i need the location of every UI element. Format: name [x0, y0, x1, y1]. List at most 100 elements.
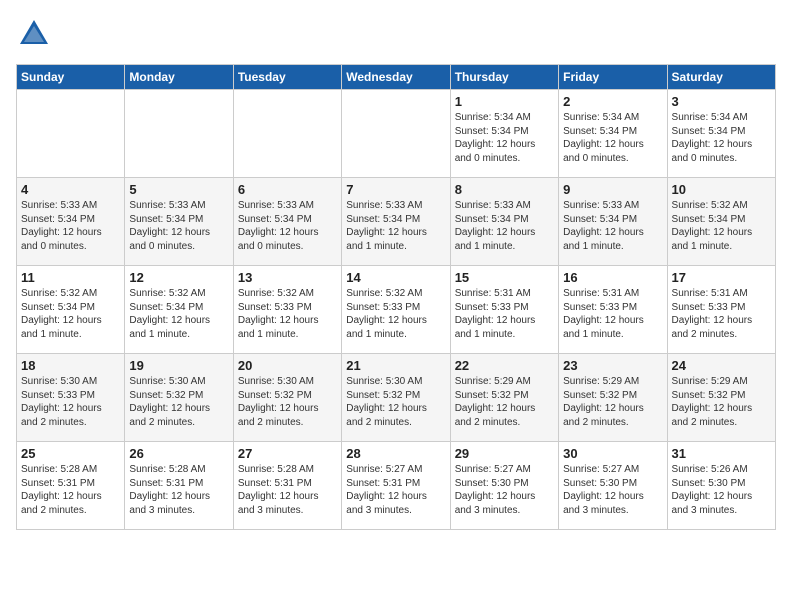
week-row-1: 1 Sunrise: 5:34 AM Sunset: 5:34 PM Daylig…: [17, 90, 776, 178]
day-number: 22: [455, 358, 554, 373]
day-cell: 17 Sunrise: 5:31 AM Sunset: 5:33 PM Dayli…: [667, 266, 775, 354]
day-number: 28: [346, 446, 445, 461]
day-info: Sunrise: 5:27 AM Sunset: 5:31 PM Dayligh…: [346, 463, 445, 517]
logo: [16, 16, 58, 52]
header-cell-wednesday: Wednesday: [342, 65, 450, 90]
day-info: Sunrise: 5:33 AM Sunset: 5:34 PM Dayligh…: [563, 199, 662, 253]
day-cell: 27 Sunrise: 5:28 AM Sunset: 5:31 PM Dayli…: [233, 442, 341, 530]
day-info: Sunrise: 5:33 AM Sunset: 5:34 PM Dayligh…: [21, 199, 120, 253]
day-cell: 12Sunrise: 5:32 AM Sunset: 5:34 PM Dayli…: [125, 266, 233, 354]
day-cell: 18Sunrise: 5:30 AM Sunset: 5:33 PM Dayli…: [17, 354, 125, 442]
header-row: SundayMondayTuesdayWednesdayThursdayFrid…: [17, 65, 776, 90]
logo-icon: [16, 16, 52, 52]
day-number: 24: [672, 358, 771, 373]
day-number: 10: [672, 182, 771, 197]
day-cell: 29Sunrise: 5:27 AM Sunset: 5:30 PM Dayli…: [450, 442, 558, 530]
day-info: Sunrise: 5:30 AM Sunset: 5:32 PM Dayligh…: [129, 375, 228, 429]
day-info: Sunrise: 5:33 AM Sunset: 5:34 PM Dayligh…: [238, 199, 337, 253]
header-cell-saturday: Saturday: [667, 65, 775, 90]
header-cell-monday: Monday: [125, 65, 233, 90]
week-row-5: 25Sunrise: 5:28 AM Sunset: 5:31 PM Dayli…: [17, 442, 776, 530]
day-cell: 3 Sunrise: 5:34 AM Sunset: 5:34 PM Daylig…: [667, 90, 775, 178]
day-number: 20: [238, 358, 337, 373]
week-row-2: 4 Sunrise: 5:33 AM Sunset: 5:34 PM Daylig…: [17, 178, 776, 266]
day-number: 19: [129, 358, 228, 373]
day-cell: 11 Sunrise: 5:32 AM Sunset: 5:34 PM Dayli…: [17, 266, 125, 354]
day-info: Sunrise: 5:32 AM Sunset: 5:33 PM Dayligh…: [238, 287, 337, 341]
header-cell-thursday: Thursday: [450, 65, 558, 90]
day-cell: 6Sunrise: 5:33 AM Sunset: 5:34 PM Daylig…: [233, 178, 341, 266]
day-info: Sunrise: 5:32 AM Sunset: 5:34 PM Dayligh…: [672, 199, 771, 253]
day-info: Sunrise: 5:28 AM Sunset: 5:31 PM Dayligh…: [21, 463, 120, 517]
day-number: 26: [129, 446, 228, 461]
day-number: 9: [563, 182, 662, 197]
day-info: Sunrise: 5:29 AM Sunset: 5:32 PM Dayligh…: [672, 375, 771, 429]
day-info: Sunrise: 5:34 AM Sunset: 5:34 PM Dayligh…: [455, 111, 554, 165]
day-number: 21: [346, 358, 445, 373]
calendar-table: SundayMondayTuesdayWednesdayThursdayFrid…: [16, 64, 776, 530]
day-info: Sunrise: 5:32 AM Sunset: 5:33 PM Dayligh…: [346, 287, 445, 341]
day-number: 13: [238, 270, 337, 285]
day-cell: 5Sunrise: 5:33 AM Sunset: 5:34 PM Daylig…: [125, 178, 233, 266]
day-cell: 16Sunrise: 5:31 AM Sunset: 5:33 PM Dayli…: [559, 266, 667, 354]
day-info: Sunrise: 5:28 AM Sunset: 5:31 PM Dayligh…: [238, 463, 337, 517]
day-cell: [17, 90, 125, 178]
day-info: Sunrise: 5:26 AM Sunset: 5:30 PM Dayligh…: [672, 463, 771, 517]
day-number: 15: [455, 270, 554, 285]
day-info: Sunrise: 5:30 AM Sunset: 5:33 PM Dayligh…: [21, 375, 120, 429]
day-info: Sunrise: 5:29 AM Sunset: 5:32 PM Dayligh…: [563, 375, 662, 429]
day-cell: 14 Sunrise: 5:32 AM Sunset: 5:33 PM Dayli…: [342, 266, 450, 354]
day-info: Sunrise: 5:33 AM Sunset: 5:34 PM Dayligh…: [346, 199, 445, 253]
day-info: Sunrise: 5:31 AM Sunset: 5:33 PM Dayligh…: [672, 287, 771, 341]
day-cell: 28 Sunrise: 5:27 AM Sunset: 5:31 PM Dayli…: [342, 442, 450, 530]
day-number: 11: [21, 270, 120, 285]
day-info: Sunrise: 5:33 AM Sunset: 5:34 PM Dayligh…: [455, 199, 554, 253]
day-number: 7: [346, 182, 445, 197]
header-cell-friday: Friday: [559, 65, 667, 90]
day-info: Sunrise: 5:30 AM Sunset: 5:32 PM Dayligh…: [238, 375, 337, 429]
day-cell: 2 Sunrise: 5:34 AM Sunset: 5:34 PM Daylig…: [559, 90, 667, 178]
day-cell: 22 Sunrise: 5:29 AM Sunset: 5:32 PM Dayli…: [450, 354, 558, 442]
day-cell: 21 Sunrise: 5:30 AM Sunset: 5:32 PM Dayli…: [342, 354, 450, 442]
day-number: 27: [238, 446, 337, 461]
day-cell: 30 Sunrise: 5:27 AM Sunset: 5:30 PM Dayli…: [559, 442, 667, 530]
day-info: Sunrise: 5:32 AM Sunset: 5:34 PM Dayligh…: [21, 287, 120, 341]
day-info: Sunrise: 5:30 AM Sunset: 5:32 PM Dayligh…: [346, 375, 445, 429]
day-number: 17: [672, 270, 771, 285]
day-info: Sunrise: 5:28 AM Sunset: 5:31 PM Dayligh…: [129, 463, 228, 517]
day-number: 14: [346, 270, 445, 285]
day-number: 2: [563, 94, 662, 109]
day-number: 4: [21, 182, 120, 197]
day-info: Sunrise: 5:33 AM Sunset: 5:34 PM Dayligh…: [129, 199, 228, 253]
day-info: Sunrise: 5:29 AM Sunset: 5:32 PM Dayligh…: [455, 375, 554, 429]
day-number: 12: [129, 270, 228, 285]
day-cell: 4 Sunrise: 5:33 AM Sunset: 5:34 PM Daylig…: [17, 178, 125, 266]
day-cell: 15 Sunrise: 5:31 AM Sunset: 5:33 PM Dayli…: [450, 266, 558, 354]
day-number: 16: [563, 270, 662, 285]
day-cell: 9 Sunrise: 5:33 AM Sunset: 5:34 PM Daylig…: [559, 178, 667, 266]
day-cell: 31 Sunrise: 5:26 AM Sunset: 5:30 PM Dayli…: [667, 442, 775, 530]
day-cell: 20 Sunrise: 5:30 AM Sunset: 5:32 PM Dayli…: [233, 354, 341, 442]
day-info: Sunrise: 5:27 AM Sunset: 5:30 PM Dayligh…: [455, 463, 554, 517]
day-info: Sunrise: 5:34 AM Sunset: 5:34 PM Dayligh…: [672, 111, 771, 165]
day-cell: 23Sunrise: 5:29 AM Sunset: 5:32 PM Dayli…: [559, 354, 667, 442]
day-info: Sunrise: 5:27 AM Sunset: 5:30 PM Dayligh…: [563, 463, 662, 517]
day-cell: [125, 90, 233, 178]
day-cell: 7 Sunrise: 5:33 AM Sunset: 5:34 PM Daylig…: [342, 178, 450, 266]
day-number: 1: [455, 94, 554, 109]
day-cell: [342, 90, 450, 178]
day-number: 30: [563, 446, 662, 461]
week-row-4: 18Sunrise: 5:30 AM Sunset: 5:33 PM Dayli…: [17, 354, 776, 442]
day-cell: [233, 90, 341, 178]
day-cell: 25Sunrise: 5:28 AM Sunset: 5:31 PM Dayli…: [17, 442, 125, 530]
day-info: Sunrise: 5:34 AM Sunset: 5:34 PM Dayligh…: [563, 111, 662, 165]
day-number: 3: [672, 94, 771, 109]
day-number: 31: [672, 446, 771, 461]
day-cell: 24 Sunrise: 5:29 AM Sunset: 5:32 PM Dayli…: [667, 354, 775, 442]
day-info: Sunrise: 5:31 AM Sunset: 5:33 PM Dayligh…: [455, 287, 554, 341]
header-cell-sunday: Sunday: [17, 65, 125, 90]
day-cell: 8Sunrise: 5:33 AM Sunset: 5:34 PM Daylig…: [450, 178, 558, 266]
day-cell: 10 Sunrise: 5:32 AM Sunset: 5:34 PM Dayli…: [667, 178, 775, 266]
week-row-3: 11 Sunrise: 5:32 AM Sunset: 5:34 PM Dayli…: [17, 266, 776, 354]
page-header: [16, 16, 776, 52]
